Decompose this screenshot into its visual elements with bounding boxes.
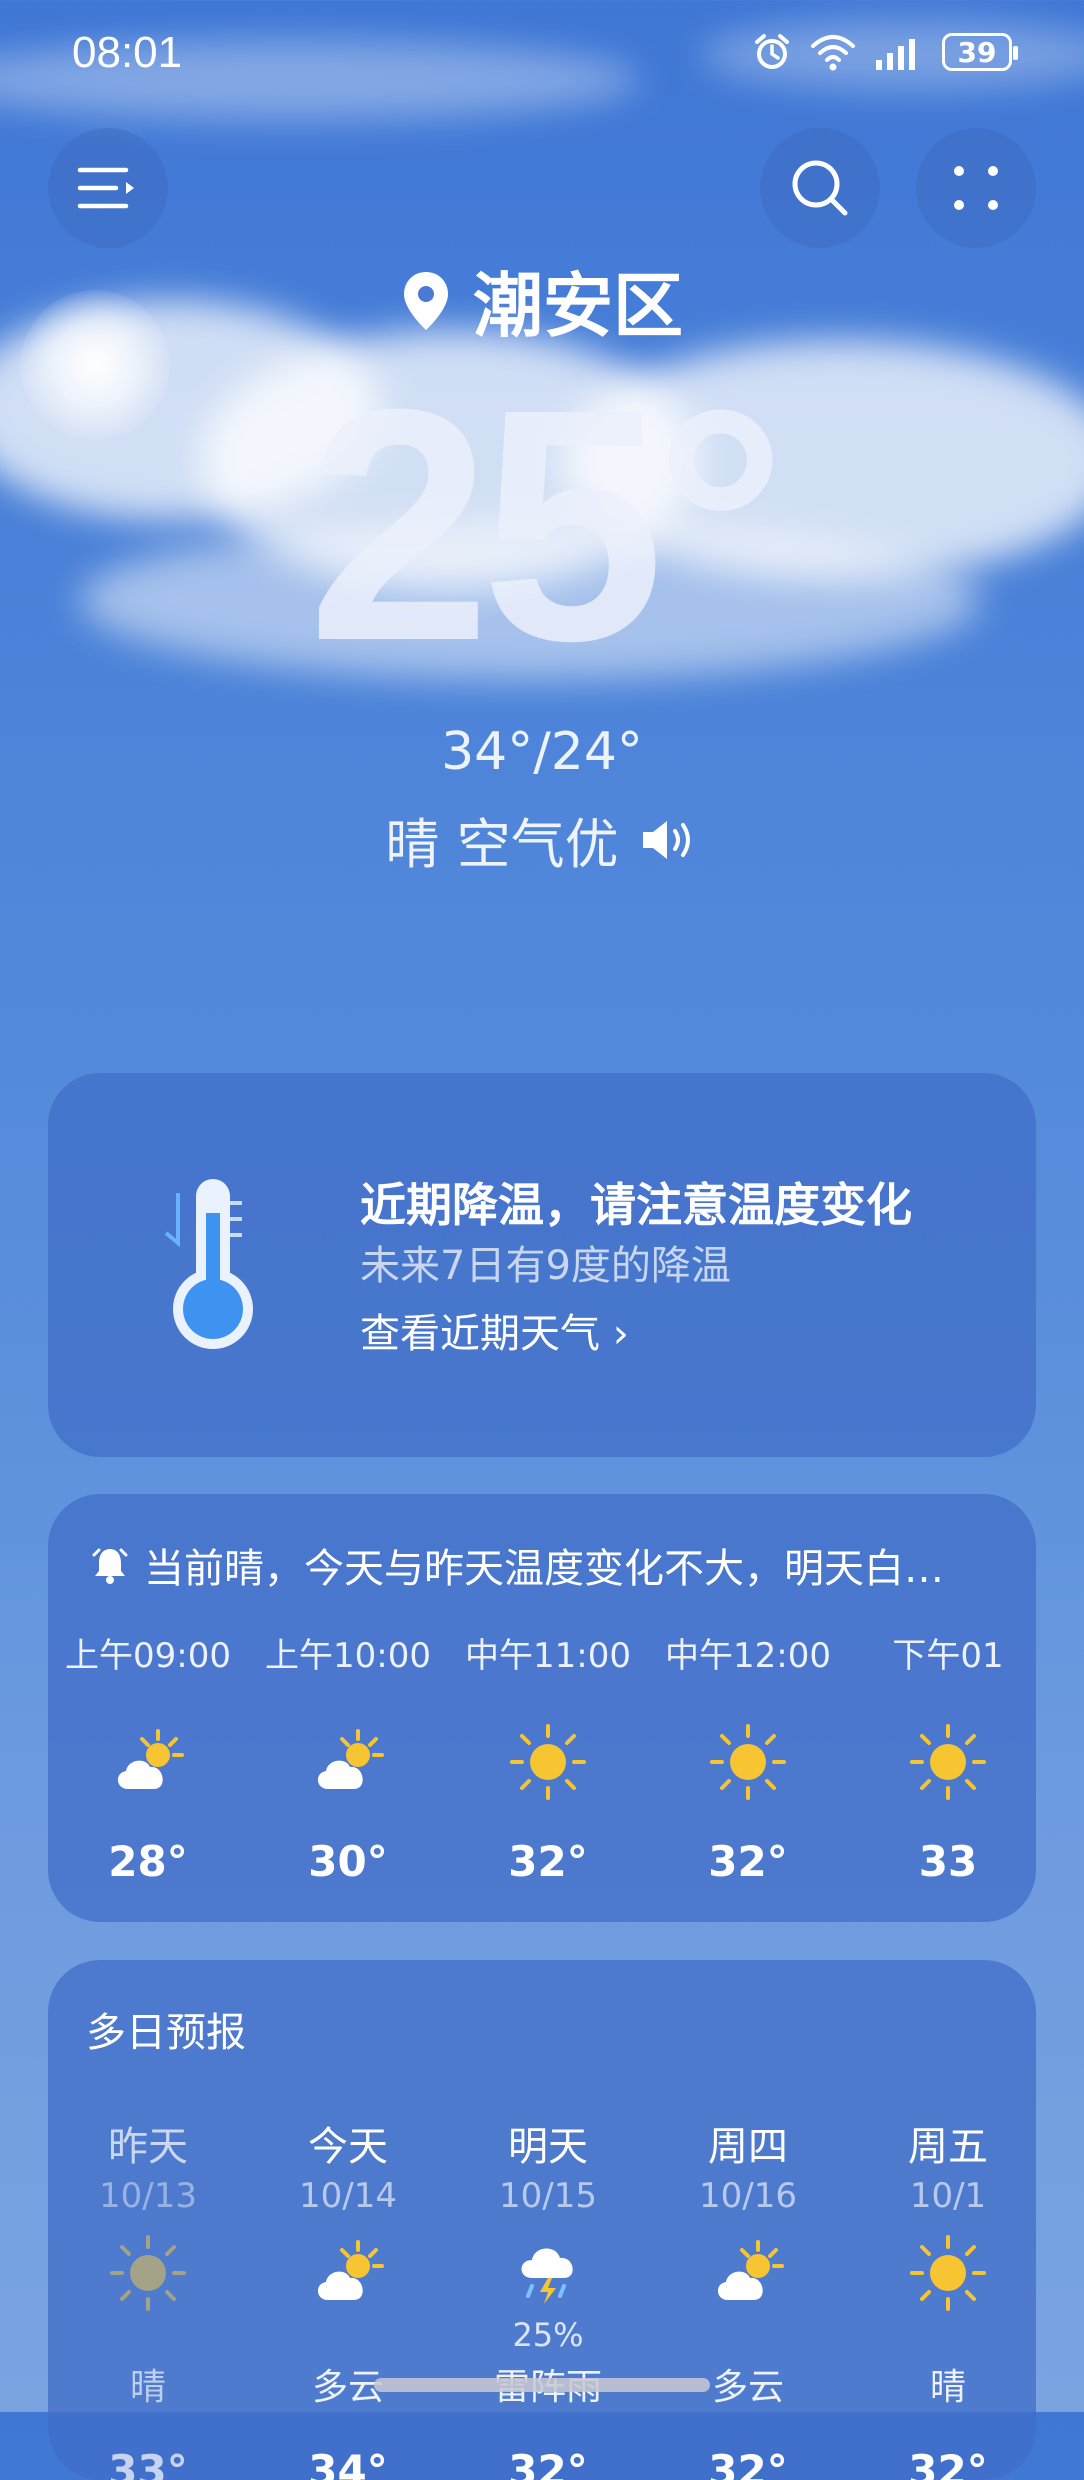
hour-temp: 28° [108, 1837, 188, 1886]
view-recent-weather-link[interactable]: 查看近期天气 › [360, 1301, 629, 1359]
location-header[interactable]: 潮安区 [0, 250, 1084, 351]
hour-item: 中午11:00 32° [448, 1628, 648, 1886]
hour-item: 下午01 33 [848, 1628, 1036, 1886]
day-condition: 晴 [129, 2367, 166, 2408]
day-high-temp: 33° [108, 2446, 188, 2480]
condition-text: 晴 空气优 [385, 813, 619, 876]
day-precip [248, 2316, 448, 2352]
day-date: 10/16 [699, 2176, 797, 2216]
day-item[interactable]: 昨天 10/13 晴 33° [48, 2114, 248, 2480]
day-date: 10/1 [909, 2176, 987, 2216]
current-condition: 晴 空气优 [0, 800, 1084, 879]
status-time: 08:01 [72, 28, 183, 77]
day-item[interactable]: 今天 10/14 多云 34° [248, 2114, 448, 2480]
high-low-temperature: 34°/24° [441, 722, 643, 782]
bell-icon [92, 1548, 128, 1584]
day-date: 10/13 [99, 2176, 197, 2216]
hour-time: 下午01 [892, 1636, 1004, 1676]
battery-indicator: 39 [942, 33, 1018, 71]
day-name: 昨天 [108, 2124, 188, 2170]
day-precip [848, 2316, 1036, 2352]
day-condition: 晴 [929, 2367, 966, 2408]
alarm-icon [755, 34, 789, 69]
location-name: 潮安区 [473, 265, 683, 347]
hourly-list[interactable]: 上午09:00 28° 上午10:00 30° 中午11:00 32° 中午12… [48, 1628, 1036, 1886]
daily-list[interactable]: 昨天 10/13 晴 33° 今天 10/14 多云 34° 明天 10/15 … [48, 2114, 1036, 2480]
day-high-temp: 32° [908, 2446, 988, 2480]
hour-time: 上午09:00 [65, 1636, 231, 1676]
day-date: 10/14 [299, 2176, 397, 2216]
thermometer-icon [164, 1179, 253, 1349]
search-button[interactable] [760, 128, 880, 248]
hour-temp: 33 [918, 1837, 978, 1886]
day-name: 周五 [908, 2124, 988, 2170]
hour-item: 上午10:00 30° [248, 1628, 448, 1886]
daily-forecast-title: 多日预报 [86, 2010, 246, 2056]
day-name: 今天 [308, 2124, 388, 2170]
status-icons: 39 [752, 32, 1018, 72]
sun-icon [110, 2235, 186, 2311]
hour-item: 上午09:00 28° [48, 1628, 248, 1886]
hour-time: 中午11:00 [465, 1636, 631, 1676]
hourly-forecast-card: 当前晴，今天与昨天温度变化不大，明天白… 上午09:00 28° 上午10:00… [48, 1494, 1036, 1922]
daily-forecast-card: 多日预报 昨天 10/13 晴 33° 今天 10/14 多云 34° 明天 1… [48, 1960, 1036, 2480]
signal-icon [876, 39, 915, 70]
sun-icon [510, 1724, 586, 1800]
day-precip [48, 2316, 248, 2352]
day-high-temp: 32° [508, 2446, 588, 2480]
search-icon [792, 160, 848, 216]
status-bar: 08:01 39 [0, 0, 1084, 110]
day-name: 明天 [508, 2124, 588, 2170]
menu-icon [77, 167, 134, 209]
thunderstorm-icon [521, 2248, 573, 2304]
menu-button[interactable] [48, 128, 168, 248]
sun-icon [910, 1724, 986, 1800]
current-temperature: 25° [307, 340, 786, 709]
hourly-summary[interactable]: 当前晴，今天与昨天温度变化不大，明天白… [90, 1536, 944, 1594]
hour-temp: 30° [308, 1837, 388, 1886]
alert-title: 近期降温，请注意温度变化 [360, 1178, 912, 1232]
summary-text: 当前晴，今天与昨天温度变化不大，明天白… [144, 1546, 944, 1592]
day-item[interactable]: 周四 10/16 多云 32° [648, 2114, 848, 2480]
more-button[interactable] [916, 128, 1036, 248]
day-item[interactable]: 周五 10/1 晴 32° [848, 2114, 1036, 2480]
day-precip [648, 2316, 848, 2352]
day-date: 10/15 [499, 2176, 597, 2216]
day-name: 周四 [708, 2124, 788, 2170]
sun-icon [710, 1724, 786, 1800]
speaker-icon[interactable] [639, 817, 699, 863]
hour-time: 中午12:00 [665, 1636, 831, 1676]
partly-cloudy-icon [117, 1729, 184, 1789]
cooling-alert-card[interactable]: 近期降温，请注意温度变化 未来7日有9度的降温 查看近期天气 › [48, 1073, 1036, 1457]
partly-cloudy-icon [317, 2240, 384, 2300]
alert-subtitle: 未来7日有9度的降温 [360, 1243, 731, 1289]
wifi-icon [811, 35, 855, 71]
hour-item: 中午12:00 32° [648, 1628, 848, 1886]
day-precip: 25% [512, 2316, 584, 2354]
battery-level: 39 [957, 35, 997, 69]
home-indicator[interactable] [374, 2378, 710, 2392]
hour-temp: 32° [708, 1837, 788, 1886]
day-high-temp: 32° [708, 2446, 788, 2480]
grid-dots-icon [954, 166, 998, 210]
location-pin-icon [404, 271, 448, 330]
partly-cloudy-icon [717, 2240, 784, 2300]
day-high-temp: 34° [308, 2446, 388, 2480]
hour-time: 上午10:00 [265, 1636, 431, 1676]
day-item[interactable]: 明天 10/15 25% 雷阵雨 32° [448, 2114, 648, 2480]
partly-cloudy-icon [317, 1729, 384, 1789]
hour-temp: 32° [508, 1837, 588, 1886]
sun-icon [910, 2235, 986, 2311]
